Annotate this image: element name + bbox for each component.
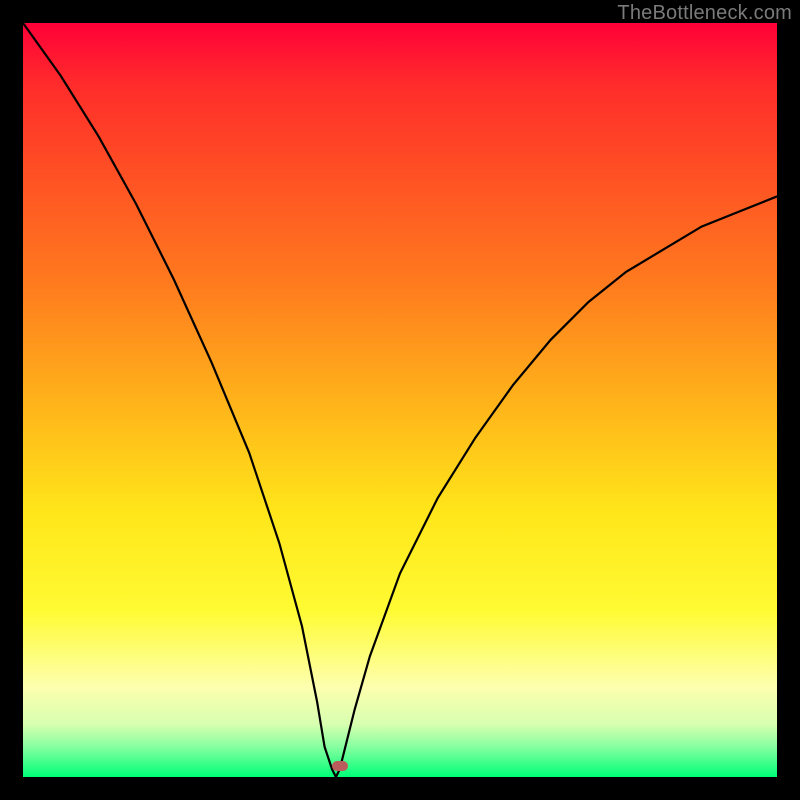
watermark-text: TheBottleneck.com xyxy=(617,2,792,25)
bottleneck-curve xyxy=(23,23,777,777)
optimal-point-marker xyxy=(332,761,348,771)
chart-frame: TheBottleneck.com xyxy=(0,0,800,800)
